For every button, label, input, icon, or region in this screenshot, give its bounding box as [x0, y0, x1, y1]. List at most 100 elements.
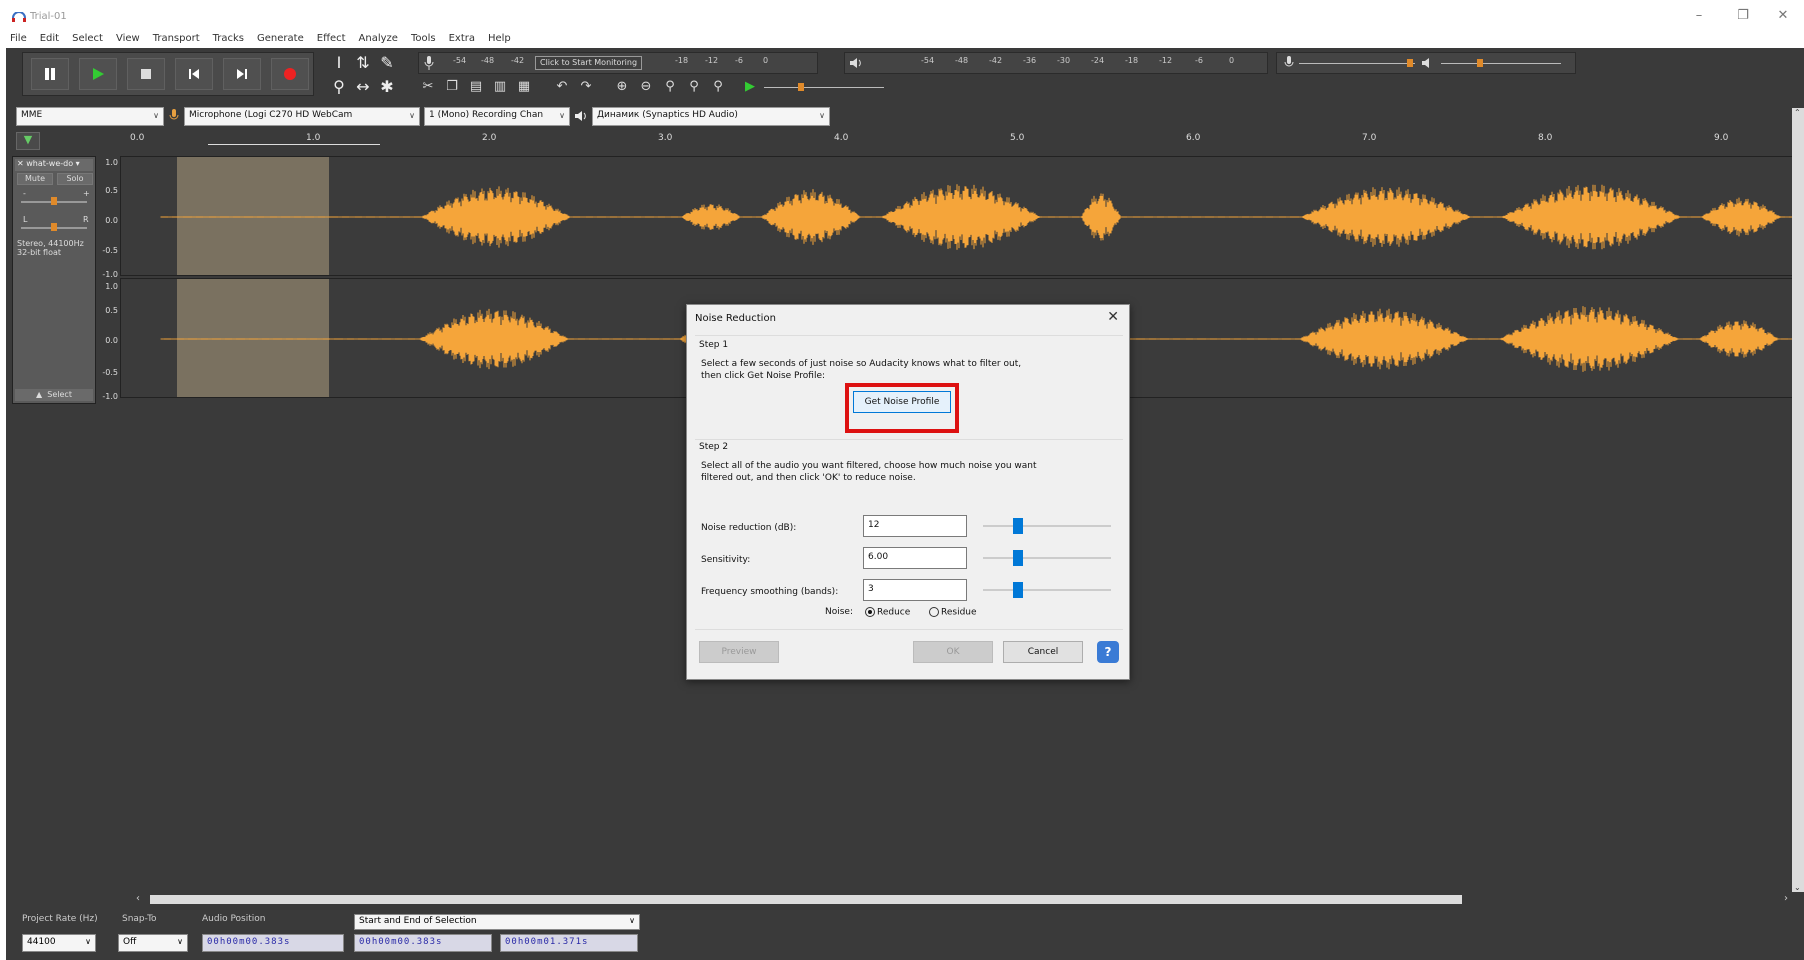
record-meter[interactable]: -54 -48 -42 Click to Start Monitoring -1…	[418, 52, 818, 74]
play-speed-slider[interactable]	[764, 77, 884, 97]
playback-volume-knob[interactable]	[1477, 59, 1483, 67]
ok-button[interactable]: OK	[913, 641, 993, 663]
cut-icon[interactable]: ✂	[418, 77, 438, 97]
playback-meter[interactable]: -54 -48 -42 -36 -30 -24 -18 -12 -6 0	[844, 52, 1268, 74]
menu-tools[interactable]: Tools	[411, 32, 436, 48]
transport-toolbar	[22, 52, 314, 96]
menu-select[interactable]: Select	[72, 32, 103, 48]
scroll-left-icon[interactable]: ‹	[136, 893, 140, 904]
silence-icon[interactable]: ▦	[514, 77, 534, 97]
recording-volume-knob[interactable]	[1407, 59, 1413, 67]
selection-mode-select[interactable]: Start and End of Selection ∨	[354, 914, 640, 930]
pan-slider-knob[interactable]	[51, 223, 57, 231]
menu-effect[interactable]: Effect	[317, 32, 346, 48]
fit-selection-icon[interactable]: ⚲	[660, 77, 680, 97]
play-at-speed-icon[interactable]: ▶	[740, 77, 760, 97]
help-icon[interactable]: ?	[1097, 641, 1119, 663]
menu-edit[interactable]: Edit	[40, 32, 59, 48]
step-2-label: Step 2	[699, 442, 729, 452]
gain-slider-knob[interactable]	[51, 197, 57, 205]
time-shift-tool-icon[interactable]: ↔	[352, 76, 374, 98]
track-select-button[interactable]: ▲ Select	[15, 389, 93, 401]
scroll-down-icon[interactable]: ⌄	[1794, 883, 1801, 892]
cancel-button[interactable]: Cancel	[1003, 641, 1083, 663]
frequency-smoothing-slider[interactable]	[983, 589, 1111, 591]
menu-extra[interactable]: Extra	[449, 32, 475, 48]
noise-reduction-slider-thumb[interactable]	[1013, 518, 1023, 534]
maximize-button[interactable]: ❐	[1728, 8, 1758, 23]
residue-radio[interactable]: Residue	[929, 607, 977, 618]
sensitivity-slider[interactable]	[983, 557, 1111, 559]
minimize-button[interactable]: –	[1684, 8, 1714, 23]
horizontal-scrollbar[interactable]: ‹ ›	[6, 893, 1796, 906]
timeline-ruler[interactable]: ▼ 0.0 1.0 2.0 3.0 4.0 5.0 6.0 7.0 8.0 9.…	[16, 130, 1804, 152]
play-button[interactable]	[79, 58, 117, 90]
pause-button[interactable]	[31, 58, 69, 90]
envelope-tool-icon[interactable]: ⇅	[352, 52, 374, 74]
menu-generate[interactable]: Generate	[257, 32, 304, 48]
close-icon[interactable]: ✕	[1107, 309, 1119, 325]
frequency-smoothing-slider-thumb[interactable]	[1013, 582, 1023, 598]
noise-reduction-slider[interactable]	[983, 525, 1111, 527]
recording-channels-select[interactable]: 1 (Mono) Recording Chan ∨	[424, 106, 570, 126]
zoom-in-icon[interactable]: ⊕	[612, 77, 632, 97]
zoom-toggle-icon[interactable]: ⚲	[708, 77, 728, 97]
recording-volume-slider[interactable]	[1299, 63, 1415, 64]
sensitivity-input[interactable]: 6.00	[863, 547, 967, 569]
scroll-right-icon[interactable]: ›	[1784, 893, 1788, 904]
scroll-up-icon[interactable]: ⌃	[1794, 108, 1801, 117]
record-button[interactable]	[271, 58, 309, 90]
zoom-out-icon[interactable]: ⊖	[636, 77, 656, 97]
start-monitoring-button[interactable]: Click to Start Monitoring	[535, 56, 643, 70]
trim-icon[interactable]: ▥	[490, 77, 510, 97]
close-window-button[interactable]: ✕	[1768, 8, 1798, 23]
menu-tracks[interactable]: Tracks	[213, 32, 244, 48]
mute-button[interactable]: Mute	[17, 173, 53, 185]
frequency-smoothing-input[interactable]: 3	[863, 579, 967, 601]
meter-tick: -48	[481, 56, 495, 65]
vertical-scrollbar[interactable]: ⌃ ⌄	[1792, 108, 1804, 892]
preview-button[interactable]: Preview	[699, 641, 779, 663]
redo-icon[interactable]: ↷	[576, 77, 596, 97]
timeline-options-button[interactable]: ▼	[16, 132, 40, 150]
dialog-title: Noise Reduction	[695, 313, 776, 324]
selection-start-time[interactable]: 00h00m00.383s	[354, 934, 492, 952]
reduce-radio[interactable]: Reduce	[865, 607, 910, 618]
skip-to-end-button[interactable]	[223, 58, 261, 90]
stop-button[interactable]	[127, 58, 165, 90]
project-rate-select[interactable]: 44100 ∨	[22, 934, 96, 952]
waveform-channel-left[interactable]	[120, 156, 1804, 276]
horizontal-scroll-thumb[interactable]	[150, 895, 1462, 904]
sensitivity-slider-thumb[interactable]	[1013, 550, 1023, 566]
selection-tool-icon[interactable]: I	[328, 52, 350, 74]
multi-tool-icon[interactable]: ✱	[376, 76, 398, 98]
snap-to-select[interactable]: Off ∨	[118, 934, 188, 952]
menu-help[interactable]: Help	[488, 32, 511, 48]
selection-end-time[interactable]: 00h00m01.371s	[500, 934, 638, 952]
speaker-icon	[850, 58, 861, 68]
fit-project-icon[interactable]: ⚲	[684, 77, 704, 97]
skip-to-start-button[interactable]	[175, 58, 213, 90]
menu-file[interactable]: File	[10, 32, 27, 48]
paste-icon[interactable]: ▤	[466, 77, 486, 97]
meter-tick: -6	[735, 56, 743, 65]
audio-position-time[interactable]: 00h00m00.383s	[202, 934, 344, 952]
menu-transport[interactable]: Transport	[153, 32, 200, 48]
meter-tick: -54	[453, 56, 467, 65]
playback-volume-slider[interactable]	[1441, 63, 1561, 64]
recording-device-select[interactable]: Microphone (Logi C270 HD WebCam ∨	[184, 106, 420, 126]
zoom-tool-icon[interactable]: ⚲	[328, 76, 350, 98]
track-name-menu[interactable]: ✕ what-we-do ▾	[15, 159, 93, 171]
noise-reduction-input[interactable]: 12	[863, 515, 967, 537]
copy-icon[interactable]: ❐	[442, 77, 462, 97]
play-speed-knob[interactable]	[798, 83, 804, 91]
get-noise-profile-button[interactable]: Get Noise Profile	[853, 391, 951, 413]
solo-button[interactable]: Solo	[57, 173, 93, 185]
draw-tool-icon[interactable]: ✎	[376, 52, 398, 74]
menu-view[interactable]: View	[116, 32, 140, 48]
undo-icon[interactable]: ↶	[552, 77, 572, 97]
title-bar: Trial-01 – ❐ ✕	[0, 0, 1804, 32]
audio-host-select[interactable]: MME ∨	[16, 106, 164, 126]
menu-analyze[interactable]: Analyze	[359, 32, 398, 48]
playback-device-select[interactable]: Динамик (Synaptics HD Audio) ∨	[592, 106, 830, 126]
